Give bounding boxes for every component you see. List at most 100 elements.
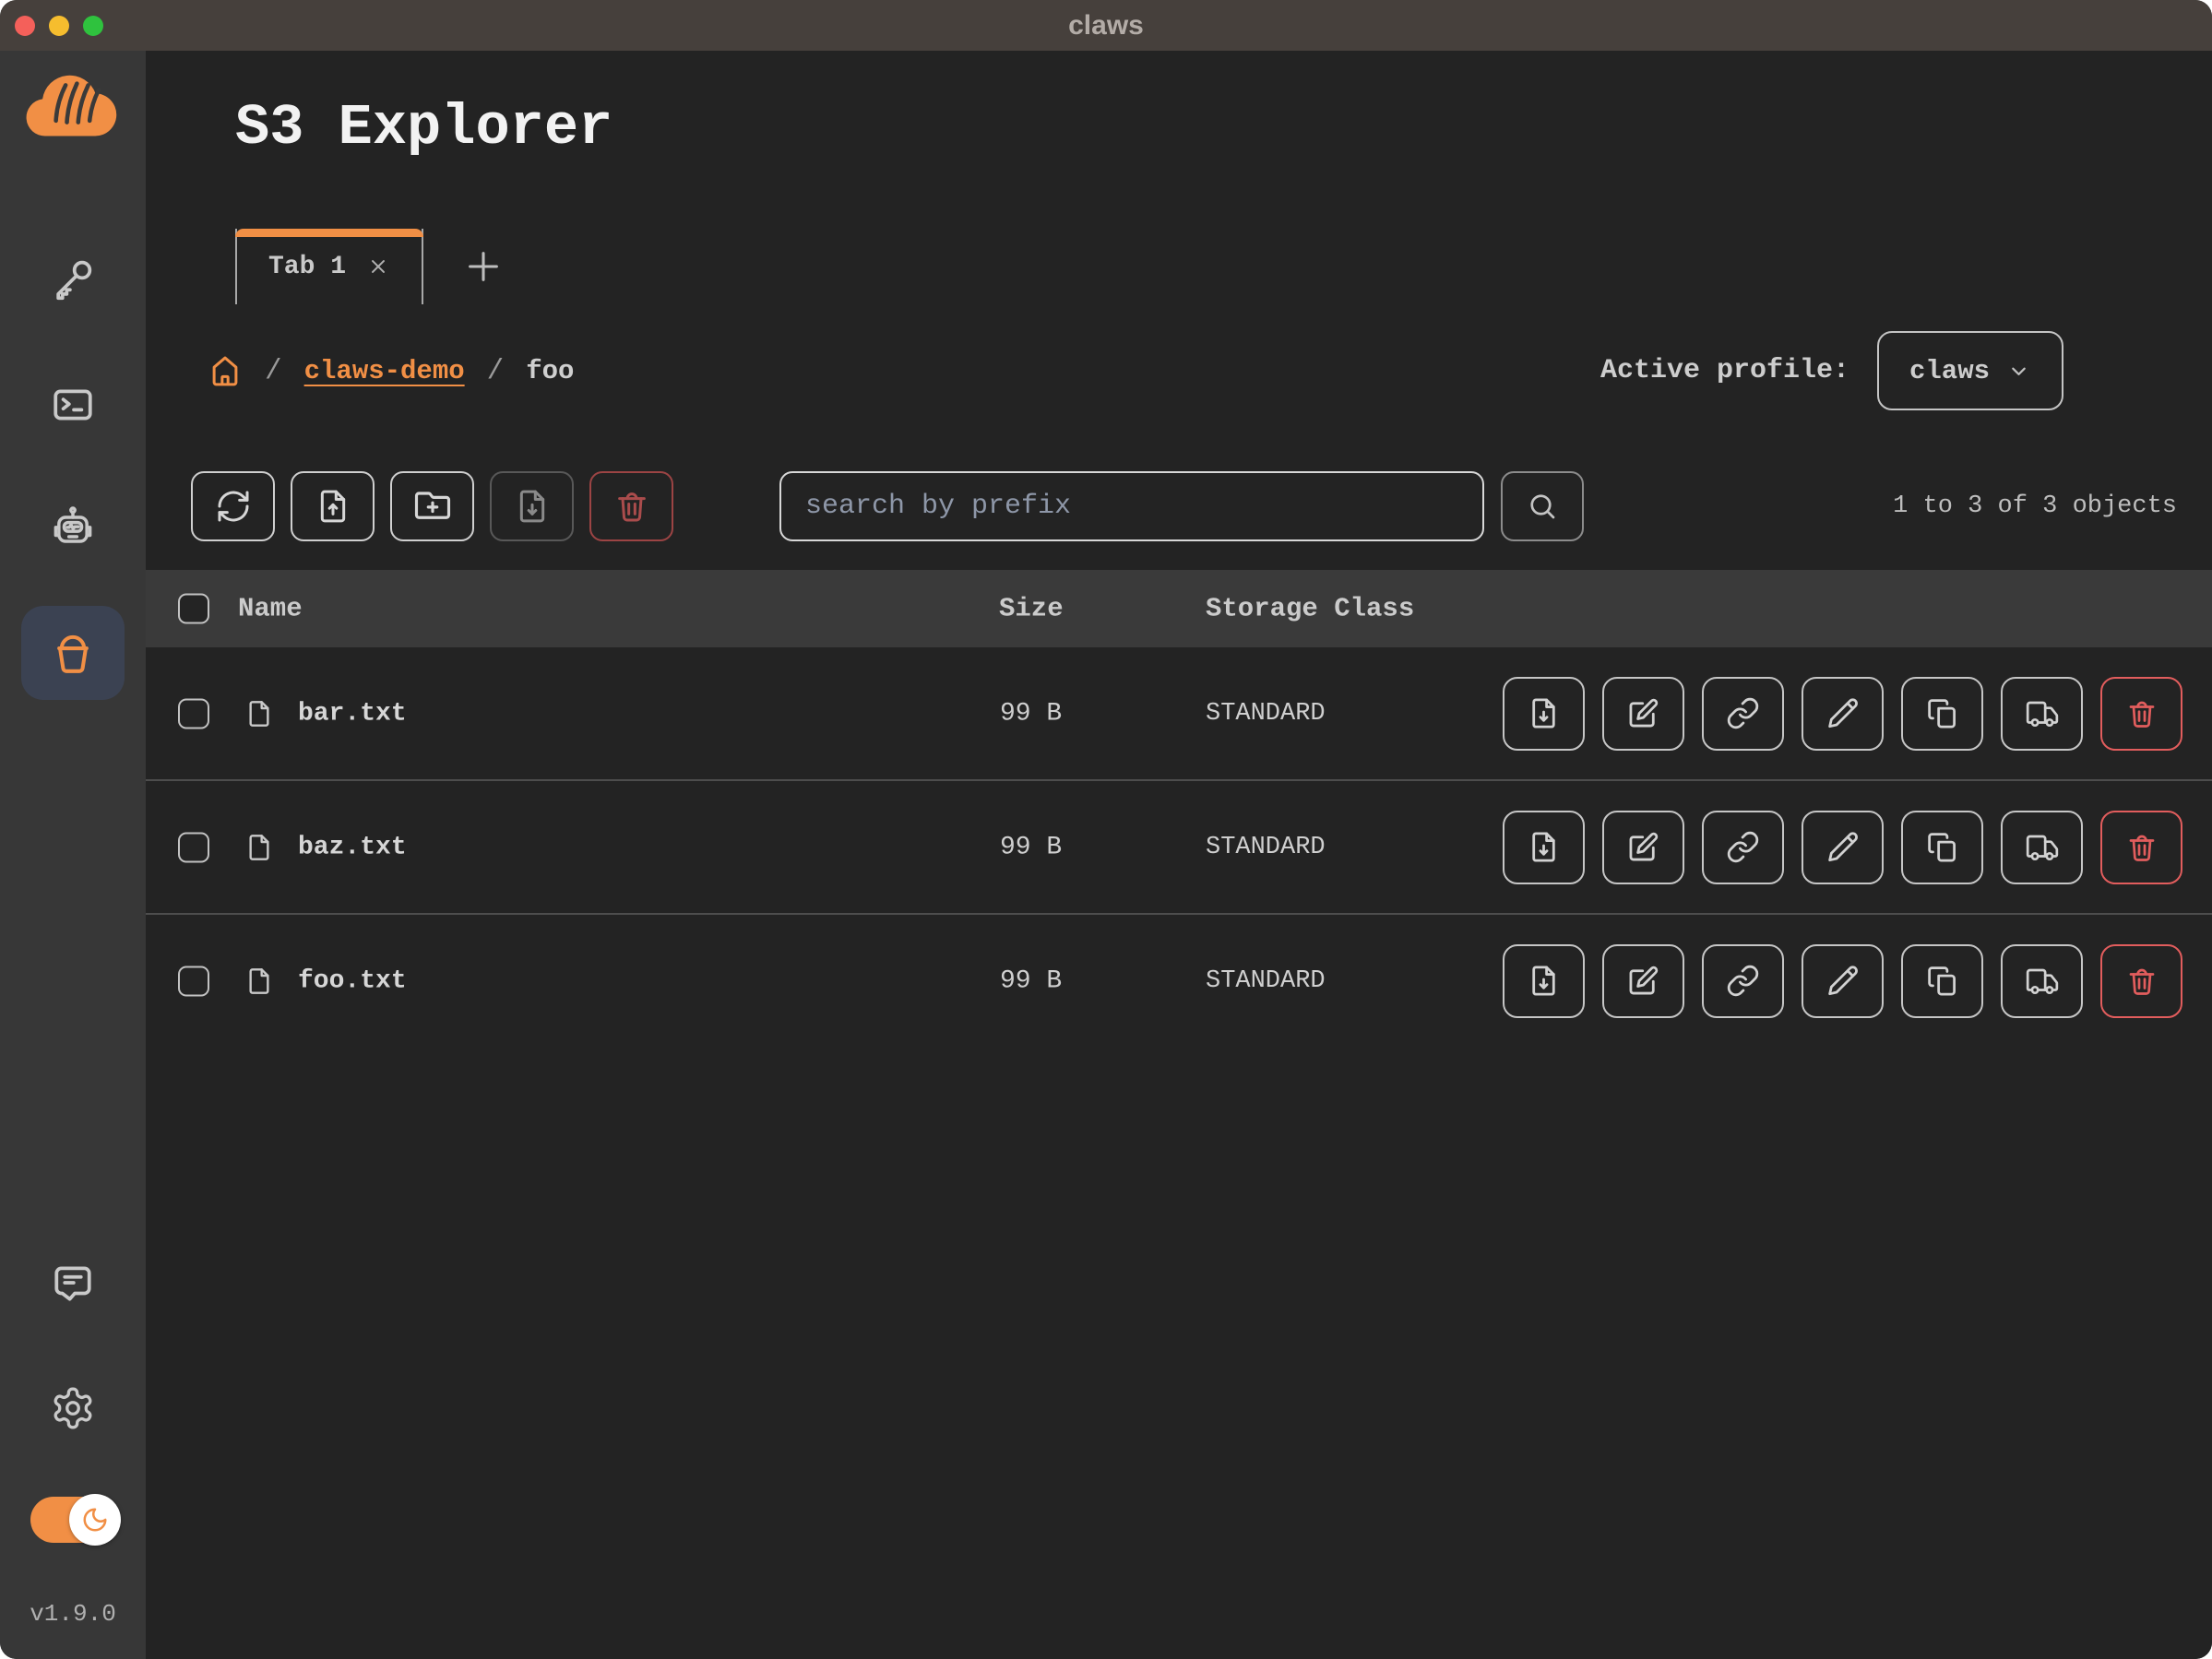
create-folder-button[interactable] [390, 471, 474, 541]
tab-1[interactable]: Tab 1 [235, 229, 423, 304]
rename-button[interactable] [1802, 811, 1884, 884]
pencil-icon [1825, 964, 1860, 998]
sidebar-item-settings[interactable] [43, 1379, 102, 1438]
column-header-name: Name [238, 594, 303, 624]
link-icon [1726, 964, 1760, 998]
column-header-storage-class: Storage Class [1206, 594, 1414, 624]
home-icon[interactable] [208, 353, 243, 388]
copy-button[interactable] [1901, 677, 1983, 751]
app-version: v1.9.0 [0, 1600, 146, 1628]
select-all-checkbox[interactable] [178, 594, 209, 624]
row-checkbox[interactable] [178, 698, 209, 729]
object-row: foo.txt 99 B STANDARD [146, 913, 2212, 1047]
breadcrumb-bucket-link[interactable]: claws-demo [304, 356, 465, 386]
file-download-icon [1527, 830, 1561, 864]
delete-button[interactable] [2100, 677, 2182, 751]
terminal-icon [50, 382, 96, 428]
object-storage-class: STANDARD [1206, 967, 1326, 995]
pencil-icon [1825, 830, 1860, 864]
copy-link-button[interactable] [1702, 811, 1784, 884]
object-size: 99 B [1000, 966, 1062, 995]
sidebar-item-assistant[interactable] [43, 500, 102, 559]
breadcrumb-separator: / [487, 355, 505, 387]
claws-cloud-logo [20, 62, 125, 152]
upload-file-button[interactable] [291, 471, 375, 541]
delete-selected-button[interactable] [589, 471, 673, 541]
trash-icon [613, 488, 650, 525]
object-storage-class: STANDARD [1206, 834, 1326, 861]
move-button[interactable] [2001, 677, 2083, 751]
tab-close-icon[interactable] [366, 255, 390, 278]
row-checkbox[interactable] [178, 832, 209, 862]
breadcrumb-separator: / [265, 355, 282, 387]
toolbar [191, 471, 673, 541]
tab-bar: Tab 1 [235, 229, 512, 304]
row-checkbox[interactable] [178, 966, 209, 996]
breadcrumb-current-prefix: foo [526, 356, 574, 386]
row-actions [1503, 677, 2182, 751]
edit-button[interactable] [1602, 811, 1684, 884]
edit-button[interactable] [1602, 944, 1684, 1018]
object-name: baz.txt [298, 833, 407, 861]
file-icon [244, 833, 274, 862]
sidebar-item-terminal[interactable] [43, 375, 102, 434]
plus-icon [462, 245, 505, 288]
object-size: 99 B [1000, 699, 1062, 728]
file-icon [244, 966, 274, 996]
tab-label: Tab 1 [268, 253, 346, 281]
rename-button[interactable] [1802, 944, 1884, 1018]
object-row: bar.txt 99 B STANDARD [146, 647, 2212, 779]
download-selected-button[interactable] [490, 471, 574, 541]
search-box [779, 471, 1484, 541]
add-tab-button[interactable] [455, 229, 512, 304]
key-icon [50, 256, 96, 302]
edit-button[interactable] [1602, 677, 1684, 751]
object-name: bar.txt [298, 699, 407, 728]
copy-button[interactable] [1901, 811, 1983, 884]
rename-button[interactable] [1802, 677, 1884, 751]
search-button[interactable] [1501, 471, 1584, 541]
link-icon [1726, 830, 1760, 864]
search-icon [1526, 490, 1559, 523]
main-content: S3 Explorer Tab 1 / claws-demo / [146, 51, 2212, 1659]
download-button[interactable] [1503, 811, 1585, 884]
move-button[interactable] [2001, 811, 2083, 884]
download-button[interactable] [1503, 944, 1585, 1018]
sidebar: v1.9.0 [0, 51, 147, 1659]
column-header-size: Size [999, 594, 1064, 624]
sidebar-item-buckets-active[interactable] [21, 606, 125, 700]
trash-icon [2125, 831, 2158, 864]
gear-icon [50, 1385, 96, 1431]
copy-link-button[interactable] [1702, 944, 1784, 1018]
search-input[interactable] [781, 473, 1482, 539]
refresh-button[interactable] [191, 471, 275, 541]
copy-icon [1925, 696, 1959, 730]
delete-button[interactable] [2100, 811, 2182, 884]
app-window: claws [0, 0, 2212, 1659]
edit-icon [1626, 696, 1660, 730]
copy-link-button[interactable] [1702, 677, 1784, 751]
object-list: bar.txt 99 B STANDARD [146, 647, 2212, 1047]
copy-button[interactable] [1901, 944, 1983, 1018]
trash-icon [2125, 697, 2158, 730]
copy-icon [1925, 830, 1959, 864]
profile-selected-value: claws [1909, 356, 1990, 386]
sidebar-item-feedback[interactable] [43, 1253, 102, 1312]
profile-select[interactable]: claws [1877, 331, 2063, 410]
active-profile: Active profile: claws [1600, 331, 2063, 410]
object-row: baz.txt 99 B STANDARD [146, 779, 2212, 913]
dark-mode-toggle[interactable] [30, 1497, 115, 1543]
moon-icon [81, 1506, 109, 1534]
download-button[interactable] [1503, 677, 1585, 751]
trash-icon [2125, 965, 2158, 998]
refresh-icon [215, 488, 252, 525]
move-button[interactable] [2001, 944, 2083, 1018]
file-download-icon [514, 488, 551, 525]
link-icon [1726, 696, 1760, 730]
sidebar-item-credentials[interactable] [43, 250, 102, 309]
row-actions [1503, 944, 2182, 1018]
row-actions [1503, 811, 2182, 884]
table-header: Name Size Storage Class [146, 570, 2212, 647]
delete-button[interactable] [2100, 944, 2182, 1018]
object-storage-class: STANDARD [1206, 700, 1326, 728]
